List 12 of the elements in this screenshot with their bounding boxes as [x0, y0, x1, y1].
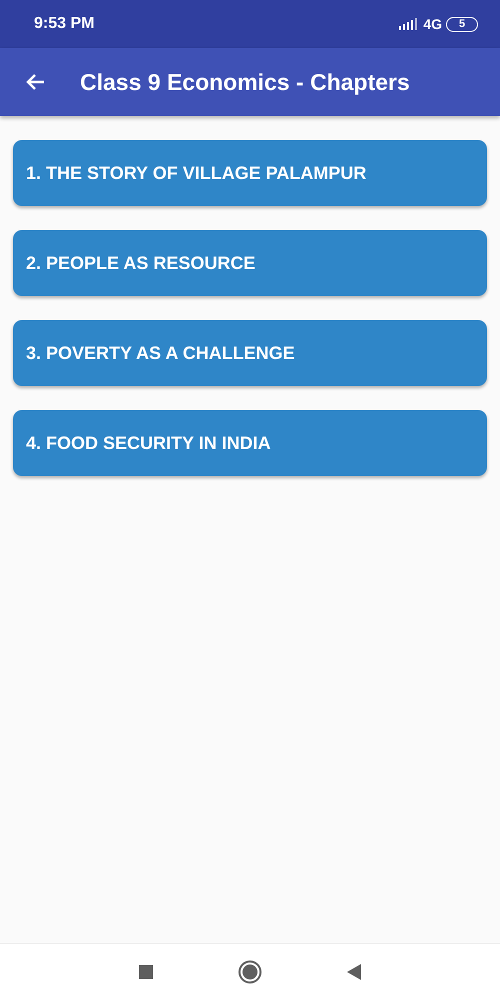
home-button[interactable]	[238, 960, 262, 984]
chapter-button[interactable]: 4. FOOD SECURITY IN INDIA	[13, 410, 487, 476]
network-type: 4G	[423, 14, 442, 34]
battery-level: 5	[446, 16, 478, 32]
signal-icon	[399, 18, 420, 30]
chapter-button[interactable]: 1. THE STORY OF VILLAGE PALAMPUR	[13, 140, 487, 206]
back-nav-button[interactable]	[346, 963, 362, 981]
status-time: 9:53 PM	[34, 14, 94, 34]
screen-title: Class 9 Economics - Chapters	[80, 68, 410, 97]
recents-button[interactable]	[138, 964, 154, 980]
chapter-button[interactable]: 3. POVERTY AS A CHALLENGE	[13, 320, 487, 386]
chapter-button[interactable]: 2. PEOPLE AS RESOURCE	[13, 230, 487, 296]
